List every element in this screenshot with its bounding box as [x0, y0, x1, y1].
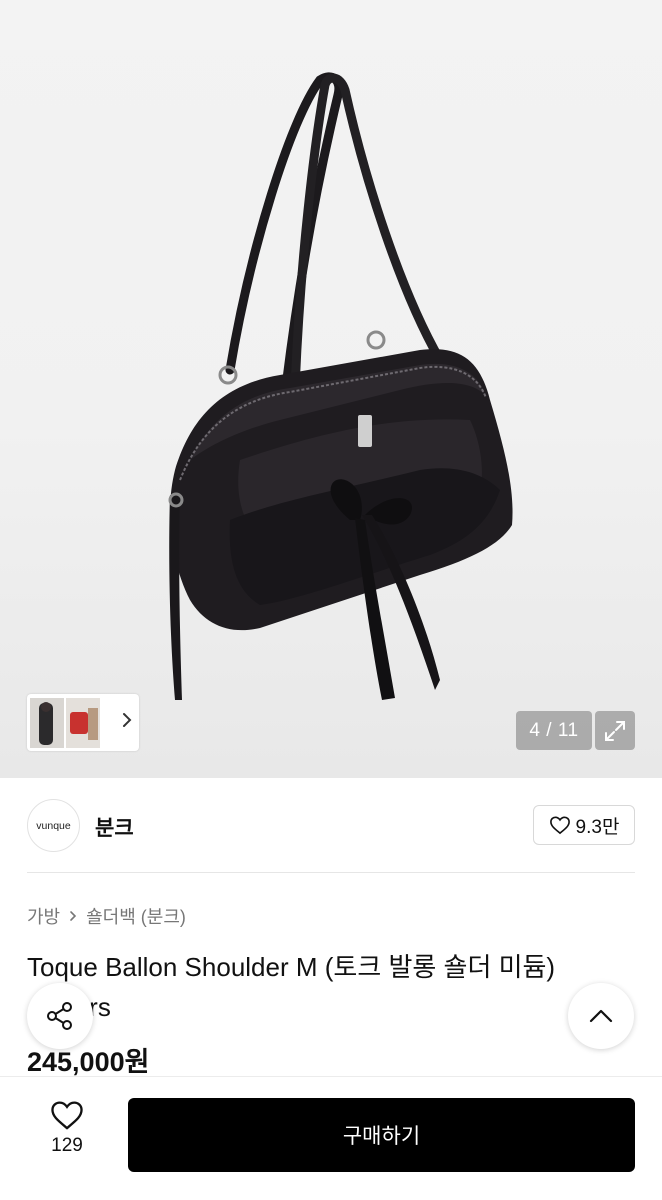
shop-row: vunque 분크 9.3만 [0, 778, 662, 873]
product-photo [168, 72, 513, 700]
scroll-top-button[interactable] [568, 983, 634, 1049]
heart-icon [51, 1101, 83, 1130]
chevron-up-icon [589, 1009, 613, 1023]
follow-count: 9.3만 [575, 816, 620, 838]
thumbnail-image[interactable] [30, 697, 64, 748]
like-count: 129 [51, 1135, 83, 1156]
share-button[interactable] [27, 983, 93, 1049]
product-image-gallery[interactable]: 4 / 11 [0, 0, 662, 778]
breadcrumb: 가방 숄더백 (분크) [27, 903, 186, 929]
image-counter: 4 / 11 [516, 711, 592, 750]
buy-button[interactable]: 구매하기 [128, 1098, 635, 1172]
chevron-right-icon [70, 911, 77, 921]
thumbnail-image[interactable] [66, 697, 100, 748]
thumbnail-strip[interactable] [27, 694, 139, 751]
shop-name[interactable]: 분크 [95, 812, 134, 842]
bottom-action-bar: 129 구매하기 [0, 1076, 662, 1200]
divider [27, 872, 635, 873]
chevron-right-icon[interactable] [121, 710, 133, 730]
product-title: Toque Ballon Shoulder M (토크 발롱 숄더 미듐) 4c… [27, 952, 556, 1022]
expand-icon [605, 720, 625, 741]
breadcrumb-subcategory[interactable]: 숄더백 (분크) [86, 903, 186, 929]
shop-logo-text: vunque [36, 819, 71, 832]
breadcrumb-category[interactable]: 가방 [27, 903, 60, 929]
expand-button[interactable] [595, 711, 635, 750]
share-icon [47, 1002, 72, 1030]
shop-logo[interactable]: vunque [27, 799, 80, 852]
shop-follow-button[interactable]: 9.3만 [533, 805, 635, 845]
heart-icon [549, 816, 570, 835]
like-button[interactable]: 129 [35, 1099, 99, 1169]
